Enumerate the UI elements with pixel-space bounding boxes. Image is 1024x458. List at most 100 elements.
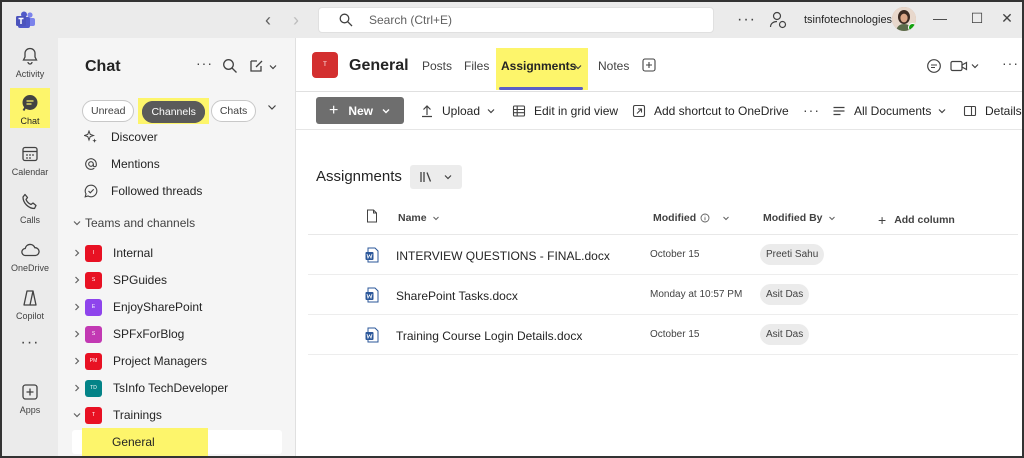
team-item-expanded[interactable]: T Trainings <box>72 404 162 426</box>
file-modified: Monday at 10:57 PM <box>650 289 743 300</box>
new-chat-icon[interactable] <box>248 58 264 74</box>
grid-header-row: Name Modified Modified By + Add column <box>308 199 1018 235</box>
avatar[interactable] <box>892 7 916 31</box>
cloud-icon <box>21 243 40 257</box>
table-row[interactable]: Training Course Login Details.docx Octob… <box>308 315 1018 355</box>
channel-main: T General Posts Files Assignments Notes <box>296 38 1022 456</box>
team-item[interactable]: S SPGuides <box>72 269 167 291</box>
search-icon <box>339 13 353 27</box>
rail-item-apps[interactable]: Apps <box>2 376 58 422</box>
file-name-link[interactable]: INTERVIEW QUESTIONS - FINAL.docx <box>396 249 610 263</box>
close-icon[interactable]: ✕ <box>997 10 1017 27</box>
team-name: TsInfo TechDeveloper <box>113 381 229 395</box>
filter-unread[interactable]: Unread <box>82 100 135 122</box>
more-options-icon[interactable]: ··· <box>737 11 756 29</box>
rail-item-onedrive[interactable]: OneDrive <box>2 234 58 280</box>
library-toolbar: + New Upload Edit in grid view Add short… <box>296 92 1022 130</box>
rail-item-activity[interactable]: Activity <box>2 40 58 86</box>
team-item[interactable]: TD TsInfo TechDeveloper <box>72 377 228 399</box>
chat-icon <box>22 95 38 111</box>
document-grid: Name Modified Modified By + Add column I… <box>308 199 1018 355</box>
team-item[interactable]: I Internal <box>72 242 153 264</box>
column-label: Add column <box>894 214 955 226</box>
file-modified-by[interactable]: Asit Das <box>760 284 810 305</box>
rail-label-apps: Apps <box>19 405 41 415</box>
file-modified-by[interactable]: Asit Das <box>760 324 810 345</box>
add-tab-icon[interactable] <box>642 58 656 72</box>
copilot-icon <box>23 290 37 306</box>
tab-assignments[interactable]: Assignments <box>496 48 588 90</box>
details-button[interactable]: Details <box>963 104 1022 118</box>
filter-chats[interactable]: Chats <box>210 100 257 122</box>
chevron-down-icon <box>487 109 495 114</box>
toolbar-more-icon[interactable]: ··· <box>803 102 820 118</box>
calendar-icon <box>22 146 38 162</box>
file-modified-by[interactable]: Preeti Sahu <box>760 244 825 265</box>
tab-notes[interactable]: Notes <box>598 59 629 73</box>
chevron-down-icon[interactable] <box>970 61 980 71</box>
app-rail: Activity Chat Calendar Calls OneDrive Co… <box>2 38 58 456</box>
table-row[interactable]: SharePoint Tasks.docx Monday at 10:57 PM… <box>308 275 1018 315</box>
word-file-icon <box>365 287 379 303</box>
add-shortcut-button[interactable]: Add shortcut to OneDrive <box>632 104 789 118</box>
team-item[interactable]: S SPFxForBlog <box>72 323 184 345</box>
teams-and-channels-header[interactable]: Teams and channels <box>72 216 195 230</box>
rail-label-chat: Chat <box>20 116 40 126</box>
bell-icon <box>22 47 38 65</box>
at-icon <box>85 158 97 170</box>
rail-item-calls[interactable]: Calls <box>2 186 58 232</box>
sidebar-more-icon[interactable]: ··· <box>196 55 213 71</box>
sidebar-item-mentions[interactable]: Mentions <box>84 153 160 175</box>
sidebar-item-followed-threads[interactable]: Followed threads <box>84 180 202 202</box>
file-name-link[interactable]: Training Course Login Details.docx <box>396 329 582 343</box>
column-label: Modified By <box>763 212 823 224</box>
channel-item-general[interactable]: General <box>72 428 282 456</box>
team-name: SPFxForBlog <box>113 327 185 341</box>
file-modified: October 15 <box>650 329 700 340</box>
search-icon[interactable] <box>222 58 238 74</box>
filter-channels-highlight: Channels <box>138 98 209 124</box>
team-item[interactable]: E EnjoySharePoint <box>72 296 202 318</box>
search-bar[interactable] <box>318 7 714 33</box>
filter-channels[interactable]: Channels <box>142 101 205 123</box>
tab-files[interactable]: Files <box>464 59 489 73</box>
rail-item-copilot[interactable]: Copilot <box>2 282 58 328</box>
column-header-modified[interactable]: Modified <box>653 212 730 224</box>
column-header-modified-by[interactable]: Modified By <box>763 212 836 224</box>
file-type-icon[interactable] <box>366 209 378 223</box>
chat-sidebar: Chat ··· Unread Channels Chats Discover … <box>58 38 296 456</box>
more-apps-icon[interactable]: ··· <box>2 334 58 352</box>
org-switcher-icon[interactable] <box>769 11 787 29</box>
chevron-down-icon[interactable] <box>266 101 278 113</box>
team-item[interactable]: PM Project Managers <box>72 350 207 372</box>
edit-grid-view-button[interactable]: Edit in grid view <box>512 104 618 118</box>
minimize-icon[interactable]: — <box>930 10 950 26</box>
new-button[interactable]: + New <box>316 97 404 124</box>
library-view-button[interactable] <box>410 165 462 189</box>
rail-item-chat[interactable]: Chat <box>10 88 50 128</box>
chevron-down-icon <box>432 216 439 221</box>
tab-label: Assignments <box>501 59 577 73</box>
list-view-icon <box>833 106 845 116</box>
channel-more-icon[interactable]: ··· <box>1002 55 1019 71</box>
back-arrow-icon[interactable]: ‹ <box>265 10 271 31</box>
conversation-icon[interactable] <box>926 58 942 74</box>
details-pane-icon <box>963 105 977 117</box>
column-header-name[interactable]: Name <box>398 212 440 224</box>
channel-title: General <box>349 57 409 74</box>
maximize-icon[interactable]: ☐ <box>967 10 987 27</box>
rail-item-calendar[interactable]: Calendar <box>2 138 58 184</box>
file-name-link[interactable]: SharePoint Tasks.docx <box>396 289 518 303</box>
chevron-right-icon <box>75 357 80 365</box>
chevron-down-icon[interactable] <box>268 62 278 72</box>
forward-arrow-icon[interactable]: › <box>293 10 299 31</box>
tab-posts[interactable]: Posts <box>422 59 452 73</box>
sidebar-item-discover[interactable]: Discover <box>84 126 158 148</box>
view-selector[interactable]: All Documents <box>832 104 947 118</box>
upload-button[interactable]: Upload <box>420 104 496 118</box>
video-call-icon[interactable] <box>950 58 968 74</box>
search-input[interactable] <box>369 13 669 27</box>
add-column-button[interactable]: + Add column <box>878 212 955 228</box>
table-row[interactable]: INTERVIEW QUESTIONS - FINAL.docx October… <box>308 235 1018 275</box>
add-apps-icon <box>22 384 38 400</box>
